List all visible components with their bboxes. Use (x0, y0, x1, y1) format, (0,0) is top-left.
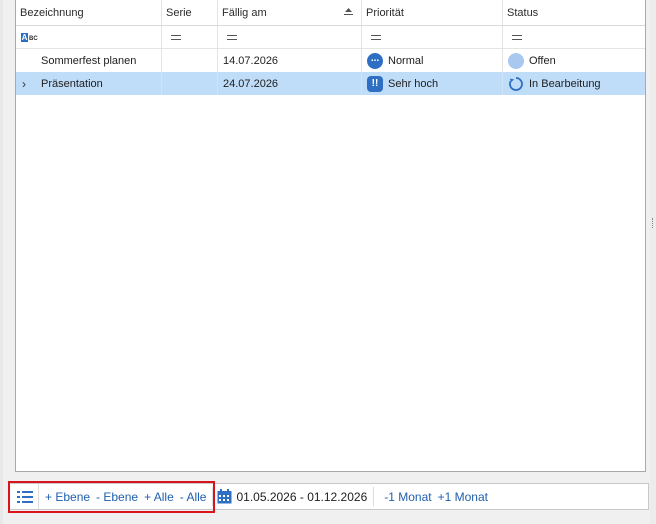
status-label: In Bearbeitung (529, 77, 601, 90)
priority-normal-icon: ... (367, 52, 383, 69)
calendar-icon (217, 489, 232, 504)
column-header-status[interactable]: Status (503, 0, 645, 25)
column-header-serie[interactable]: Serie (162, 0, 218, 25)
cell-faellig: 14.07.2026 (218, 49, 362, 72)
previous-month-link[interactable]: -1 Monat (384, 490, 431, 504)
column-header-label: Priorität (366, 6, 404, 19)
list-view-button[interactable] (12, 484, 39, 509)
filter-row: A BC (16, 26, 645, 49)
filter-cell-serie[interactable] (162, 26, 218, 48)
toolbar-divider (212, 487, 214, 506)
priority-label: Normal (388, 54, 424, 67)
column-header-label: Serie (166, 6, 192, 19)
cell-prioritaet: ... Normal (362, 49, 503, 72)
due-date: 24.07.2026 (223, 77, 279, 90)
column-header-prioritaet[interactable]: Priorität (362, 0, 503, 25)
status-label: Offen (529, 54, 556, 67)
cell-status: Offen (503, 49, 645, 72)
cell-status: In Bearbeitung (503, 72, 645, 95)
priority-label: Sehr hoch (388, 77, 439, 90)
cell-bezeichnung: Sommerfest planen (16, 49, 162, 72)
filter-cell-bezeichnung[interactable]: A BC (16, 26, 162, 48)
cell-bezeichnung: › Präsentation (16, 72, 162, 95)
toolbar-divider (373, 487, 375, 506)
status-in-progress-icon (509, 76, 523, 91)
expand-all-link[interactable]: + Alle (144, 490, 174, 504)
due-date: 14.07.2026 (223, 54, 279, 67)
bottom-toolbar: + Ebene - Ebene + Alle - Alle 01.05.2026… (9, 483, 649, 510)
date-range-value: 01.05.2026 - 01.12.2026 (236, 489, 368, 504)
date-range-picker[interactable]: 01.05.2026 - 01.12.2026 (217, 489, 367, 504)
column-header-label: Fällig am (222, 6, 267, 19)
task-title: Sommerfest planen (41, 54, 137, 67)
window-right-edge (650, 0, 656, 524)
collapse-level-link[interactable]: - Ebene (96, 490, 138, 504)
column-header-bezeichnung[interactable]: Bezeichnung (16, 0, 162, 25)
priority-very-high-icon: !! (367, 75, 383, 92)
sort-ascending-icon[interactable] (343, 8, 354, 17)
expand-level-link[interactable]: + Ebene (45, 490, 90, 504)
filter-cell-status[interactable] (503, 26, 645, 48)
cell-faellig: 24.07.2026 (218, 72, 362, 95)
equals-icon[interactable] (371, 34, 381, 40)
expand-chevron-icon[interactable]: › (22, 77, 26, 91)
column-header-label: Status (507, 6, 539, 19)
filter-cell-prioritaet[interactable] (362, 26, 503, 48)
window-left-edge (0, 0, 3, 524)
cell-serie (162, 72, 218, 95)
collapse-all-link[interactable]: - Alle (180, 490, 207, 504)
status-open-icon (508, 52, 524, 69)
column-header-label: Bezeichnung (20, 6, 84, 19)
splitter-grip[interactable] (652, 218, 654, 228)
column-header-faellig[interactable]: Fällig am (218, 0, 362, 25)
cell-prioritaet: !! Sehr hoch (362, 72, 503, 95)
equals-icon[interactable] (171, 34, 181, 40)
equals-icon[interactable] (512, 34, 522, 40)
task-title: Präsentation (41, 77, 103, 90)
filter-cell-faellig[interactable] (218, 26, 362, 48)
abc-filter-icon[interactable]: A BC (21, 32, 38, 42)
table-row[interactable]: Sommerfest planen 14.07.2026 ... Normal … (16, 49, 645, 72)
task-grid: Bezeichnung Serie Fällig am Priorität St… (15, 0, 646, 472)
cell-serie (162, 49, 218, 72)
next-month-link[interactable]: +1 Monat (438, 490, 488, 504)
grid-header: Bezeichnung Serie Fällig am Priorität St… (16, 0, 645, 26)
list-icon (17, 490, 33, 503)
table-row[interactable]: › Präsentation 24.07.2026 !! Sehr hoch I… (16, 72, 645, 95)
equals-icon[interactable] (227, 34, 237, 40)
